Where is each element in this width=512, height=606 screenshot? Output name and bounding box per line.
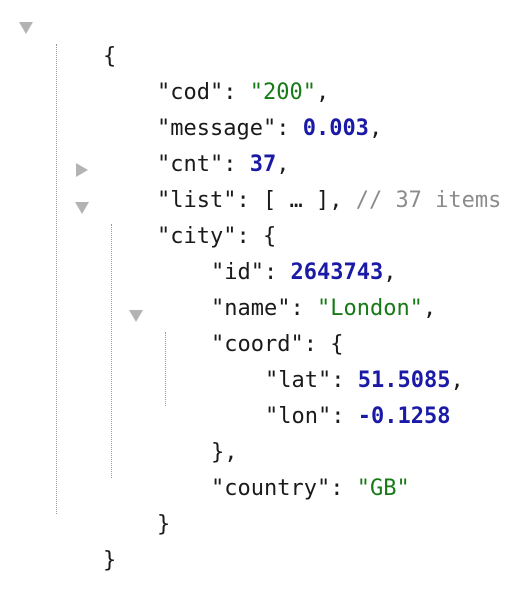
root-close-brace: } [102,548,117,573]
indent-guide-root [56,44,57,514]
root-close-line: } [50,516,116,573]
collapse-city-toggle-icon[interactable] [75,202,89,214]
message-value: 0.003 [302,116,369,141]
lon-value: -0.1258 [357,404,451,429]
country-row: "country": "GB" [210,476,410,501]
collapse-root-toggle-icon[interactable] [19,22,33,34]
id-row: "id": 2643743, [210,260,397,285]
coord-row: "coord": { [210,332,344,357]
json-viewer: { "cod": "200", "message": 0.003, "cnt":… [0,0,512,575]
city-close-line: } [104,480,170,537]
lon-key: "lon" [264,404,332,429]
cod-row: "cod": "200", [156,80,330,105]
lat-row: "lat": 51.5085, [264,368,464,393]
country-key: "country" [210,476,331,501]
lon-row: "lon": -0.1258 [264,404,451,429]
coord-close-line: }, [158,408,238,465]
collapse-coord-toggle-icon[interactable] [129,310,143,322]
list-item-count: // 37 items [355,188,502,213]
expand-list-toggle-icon[interactable] [76,163,88,177]
list-row[interactable]: "list": [ … ], // 37 items [104,156,501,213]
country-value: "GB" [356,476,410,501]
cnt-row: "cnt": 37, [156,152,290,177]
city-close-brace: } [156,512,171,537]
city-row: "city": { [156,224,277,249]
message-row: "message": 0.003, [156,116,383,141]
root-open-line: { [50,12,116,69]
name-row: "name": "London", [210,296,437,321]
